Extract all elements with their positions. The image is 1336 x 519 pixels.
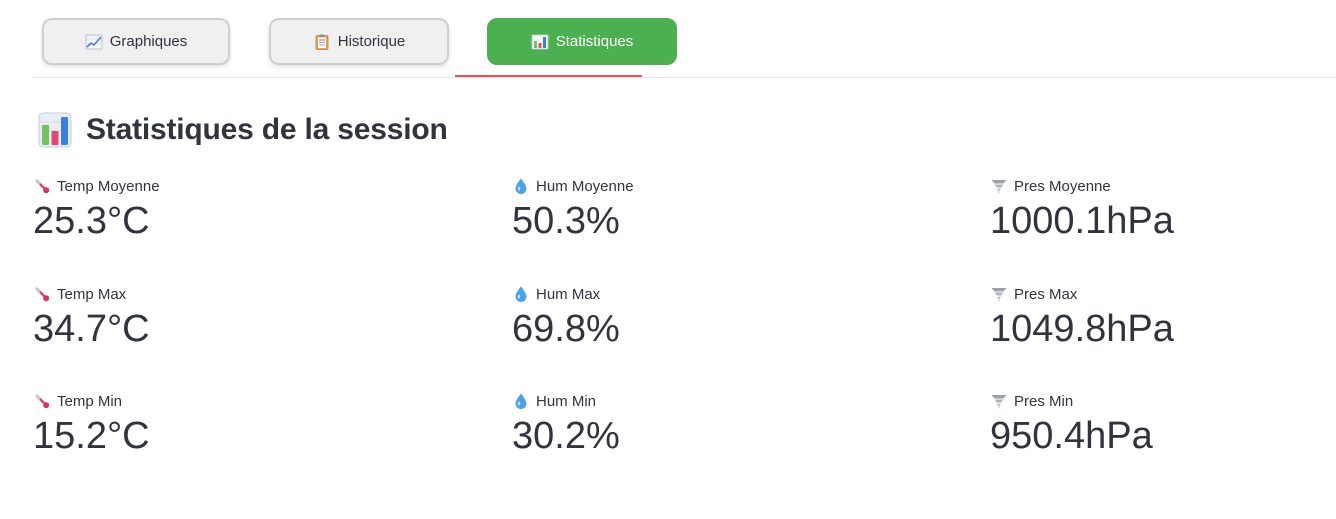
metric-pres-max: Pres Max 1049.8hPa	[990, 284, 1174, 352]
tab-graphiques[interactable]: Graphiques	[42, 18, 230, 65]
metric-value: 25.3°C	[33, 200, 150, 242]
droplet-icon	[515, 286, 527, 302]
bar-chart-icon	[531, 34, 549, 49]
metric-label: Hum Moyenne	[536, 177, 634, 195]
tornado-icon	[991, 180, 1007, 194]
metric-pres-avg: Pres Moyenne 1000.1hPa	[990, 176, 1174, 244]
metric-temp-min: Temp Min 15.2°C	[33, 391, 150, 459]
metric-value: 30.2%	[512, 415, 620, 457]
metric-value: 34.7°C	[33, 308, 150, 350]
metric-label: Temp Moyenne	[57, 177, 160, 195]
active-tab-underline	[455, 75, 642, 77]
metric-value: 50.3%	[512, 200, 620, 242]
metric-value: 1049.8hPa	[990, 308, 1174, 350]
metric-hum-min: Hum Min 30.2%	[512, 391, 620, 459]
tab-label: Statistiques	[555, 33, 634, 50]
tab-historique[interactable]: Historique	[269, 18, 449, 65]
metric-label: Pres Max	[1014, 285, 1078, 303]
metric-value: 950.4hPa	[990, 415, 1153, 457]
metric-hum-avg: Hum Moyenne 50.3%	[512, 176, 634, 244]
metric-pres-min: Pres Min 950.4hPa	[990, 391, 1153, 459]
metric-temp-avg: Temp Moyenne 25.3°C	[33, 176, 160, 244]
bar-chart-icon	[38, 112, 72, 148]
metric-value: 69.8%	[512, 308, 620, 350]
metric-label: Hum Max	[536, 285, 601, 303]
tab-label: Historique	[337, 33, 406, 50]
page-title: Statistiques de la session	[86, 113, 448, 146]
tornado-icon	[991, 395, 1007, 409]
metric-label: Pres Moyenne	[1014, 177, 1111, 195]
chart-increasing-icon	[85, 34, 103, 49]
tornado-icon	[991, 288, 1007, 302]
clipboard-icon	[315, 34, 329, 50]
metric-label: Temp Max	[57, 285, 127, 303]
metric-temp-max: Temp Max 34.7°C	[33, 284, 150, 352]
thermometer-icon	[35, 394, 50, 409]
thermometer-icon	[35, 179, 50, 194]
metric-label: Pres Min	[1014, 392, 1074, 410]
page: Graphiques Historique Statistiques Stati…	[0, 0, 1336, 519]
tab-label: Graphiques	[109, 33, 188, 50]
metric-label: Hum Min	[536, 392, 597, 410]
section-heading: Statistiques de la session	[38, 112, 448, 148]
metric-label: Temp Min	[57, 392, 123, 410]
tab-bar: Graphiques Historique Statistiques	[33, 0, 1336, 78]
thermometer-icon	[35, 287, 50, 302]
metric-value: 15.2°C	[33, 415, 150, 457]
metric-value: 1000.1hPa	[990, 200, 1174, 242]
droplet-icon	[515, 393, 527, 409]
tab-statistiques[interactable]: Statistiques	[487, 18, 677, 65]
droplet-icon	[515, 178, 527, 194]
metric-hum-max: Hum Max 69.8%	[512, 284, 620, 352]
